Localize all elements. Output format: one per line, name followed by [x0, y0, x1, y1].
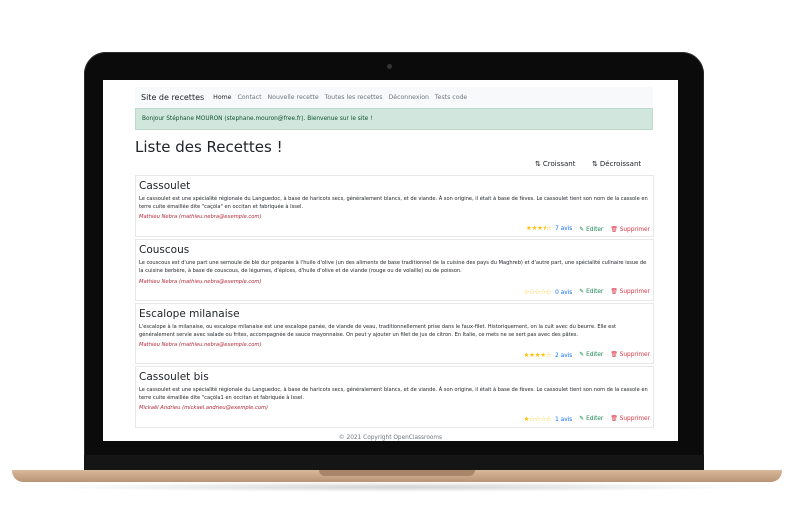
nav-link-contact[interactable]: Contact	[237, 94, 261, 101]
reviews-count-link[interactable]: 0 avis	[555, 290, 572, 296]
camera-icon	[387, 64, 392, 69]
recipe-description: L'escalope à la milanaise, ou escalope m…	[139, 324, 616, 338]
recipe-title: Cassoulet bis	[139, 371, 209, 383]
nav-link-home[interactable]: Home	[213, 94, 231, 101]
recipe-description: Le cassoulet est une spécialité régional…	[139, 387, 648, 401]
trash-icon: 🗑	[610, 226, 618, 233]
rating: ☆☆☆☆☆ 0 avis	[524, 288, 573, 296]
trash-icon: 🗑	[610, 352, 618, 358]
recipe-author: Mickaël Andrieu (mickael.andrieu@exemple…	[139, 405, 269, 411]
recipe-title: Escalope milanaise	[139, 308, 240, 320]
recipe-card: Escalope milanaise L'escalope à la milan…	[135, 303, 654, 364]
laptop-shadow	[40, 482, 754, 492]
reviews-count-link[interactable]: 7 avis	[555, 226, 572, 232]
navbar: Site de recettes Home Contact Nouvelle r…	[135, 87, 653, 107]
edit-button[interactable]: ✎ Editer	[579, 416, 603, 422]
recipe-footer: ★★★★☆ 2 avis ✎ Editer 🗑 Supprimer	[524, 351, 650, 359]
recipe-author: Mathieu Nebra (mathieu.nebra@exemple.com…	[139, 342, 262, 348]
recipe-author: Mathieu Nebra (mathieu.nebra@exemple.com…	[139, 279, 262, 285]
recipe-footer: ★★★⯨☆ 7 avis ✎ Editer 🗑 Supprimer	[526, 224, 650, 235]
star-rating-icon: ★★★⯨☆	[526, 224, 552, 232]
recipe-author: Mathieu Nebra (mathieu.nebra@exemple.com…	[139, 214, 262, 220]
star-rating-icon: ★☆☆☆☆	[523, 415, 552, 423]
recipe-footer: ☆☆☆☆☆ 0 avis ✎ Editer 🗑 Supprimer	[524, 288, 650, 296]
sort-descending-label: Décroissant	[599, 160, 642, 168]
navbar-brand[interactable]: Site de recettes	[141, 93, 204, 102]
delete-label: Supprimer	[619, 289, 650, 295]
trash-icon: 🗑	[610, 289, 618, 295]
sort-ascending-button[interactable]: ⇅ Croissant	[535, 160, 575, 168]
edit-label: Editer	[586, 226, 604, 233]
star-rating-icon: ★★★★☆	[523, 351, 552, 359]
edit-button[interactable]: ✎ Editer	[579, 289, 603, 295]
recipe-card: Cassoulet bis Le cassoulet est une spéci…	[135, 366, 654, 428]
delete-button[interactable]: 🗑 Supprimer	[610, 289, 650, 295]
edit-button[interactable]: ✎ Editer	[579, 227, 603, 233]
nav-link-all-recipes[interactable]: Toutes les recettes	[325, 94, 383, 101]
rating: ★★★★☆ 2 avis	[524, 351, 573, 359]
welcome-alert: Bonjour Stéphane MOURON (stephane.mouron…	[135, 108, 653, 130]
edit-label: Editer	[586, 352, 604, 358]
sort-descending-icon: ⇅	[592, 160, 598, 168]
edit-label: Editer	[586, 416, 604, 422]
recipe-title: Cassoulet	[139, 180, 191, 192]
edit-icon: ✎	[579, 352, 585, 358]
edit-icon: ✎	[579, 416, 585, 422]
recipe-title: Couscous	[139, 244, 190, 256]
page-title: Liste des Recettes !	[135, 138, 283, 156]
delete-button[interactable]: 🗑 Supprimer	[610, 227, 650, 233]
delete-button[interactable]: 🗑 Supprimer	[610, 416, 650, 422]
edit-icon: ✎	[579, 226, 585, 233]
sort-descending-button[interactable]: ⇅ Décroissant	[592, 160, 641, 168]
recipe-description: Le cassoulet est une spécialité régional…	[139, 196, 648, 210]
page-footer: © 2021 Copyright OpenClassrooms	[338, 435, 443, 441]
delete-label: Supprimer	[619, 416, 650, 422]
welcome-alert-text: Bonjour Stéphane MOURON (stephane.mouron…	[142, 116, 373, 122]
reviews-count-link[interactable]: 2 avis	[555, 353, 572, 359]
laptop-notch	[319, 470, 475, 476]
recipe-footer: ★☆☆☆☆ 1 avis ✎ Editer 🗑 Supprimer	[524, 415, 650, 423]
edit-button[interactable]: ✎ Editer	[579, 352, 603, 358]
edit-label: Editer	[586, 289, 604, 295]
sort-ascending-label: Croissant	[542, 160, 576, 168]
recipe-card: Cassoulet Le cassoulet est une spécialit…	[135, 175, 654, 237]
nav-link-logout[interactable]: Déconnexion	[389, 94, 429, 101]
trash-icon: 🗑	[610, 416, 618, 422]
delete-label: Supprimer	[619, 352, 650, 358]
nav-link-new-recipe[interactable]: Nouvelle recette	[268, 94, 319, 101]
edit-icon: ✎	[579, 289, 585, 295]
rating: ★★★⯨☆ 7 avis	[526, 224, 572, 235]
rating: ★☆☆☆☆ 1 avis	[524, 415, 573, 423]
recipe-description: Le couscous est d'une part une semoule d…	[139, 260, 647, 274]
delete-button[interactable]: 🗑 Supprimer	[610, 352, 650, 358]
laptop-screen: Site de recettes Home Contact Nouvelle r…	[103, 80, 678, 441]
sort-ascending-icon: ⇅	[535, 160, 541, 168]
nav-link-tests[interactable]: Tests code	[435, 94, 467, 101]
star-rating-icon: ☆☆☆☆☆	[523, 288, 552, 296]
recipe-card: Couscous Le couscous est d'une part une …	[135, 239, 654, 301]
reviews-count-link[interactable]: 1 avis	[555, 417, 572, 423]
delete-label: Supprimer	[619, 226, 650, 233]
